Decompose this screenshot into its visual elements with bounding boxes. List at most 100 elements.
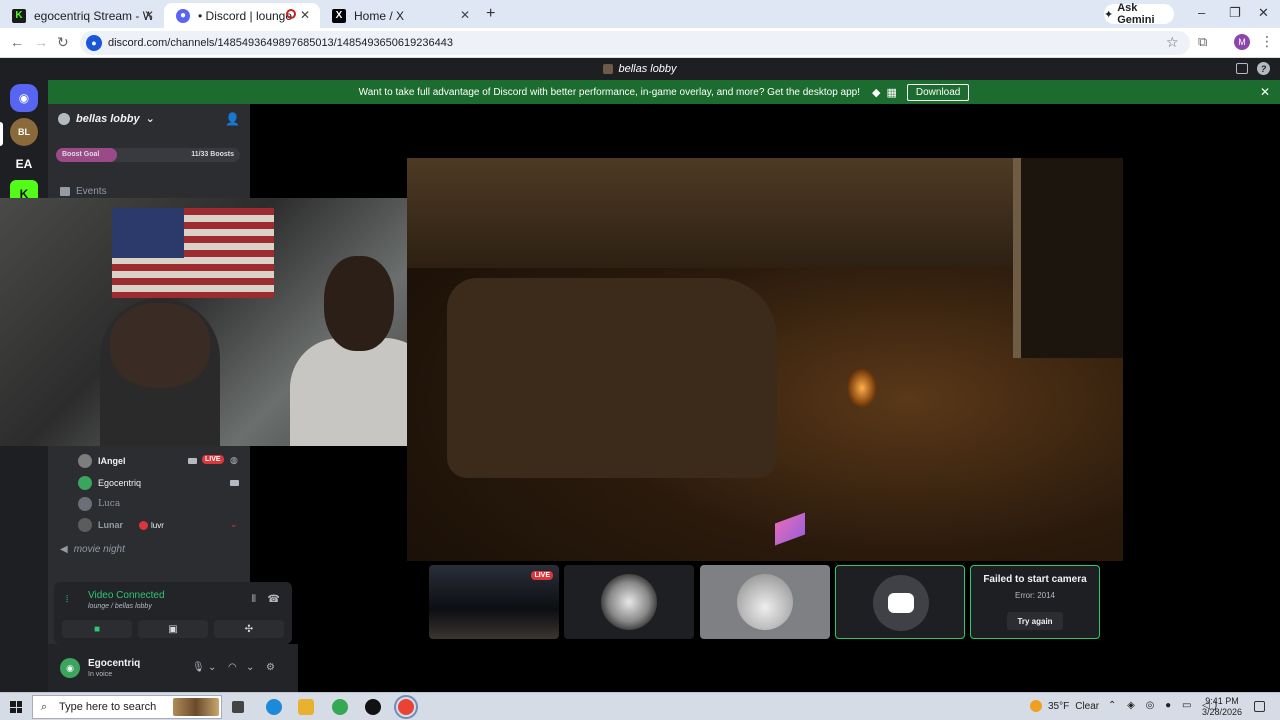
close-icon[interactable]: ✕ [1260,85,1270,99]
headphones-icon[interactable]: ◠ [228,662,237,673]
try-again-button[interactable]: Try again [1007,612,1063,630]
edge-icon[interactable] [266,699,282,715]
voice-member[interactable]: Egocentriq [78,474,239,492]
camera-toggle-button[interactable]: ■ [62,620,132,638]
server-ea[interactable]: EA [10,150,38,178]
member-name: Lunar [98,520,124,530]
camera-error-code: Error: 2014 [1014,591,1056,600]
main-video-stage[interactable] [407,158,1123,561]
window-close-button[interactable]: ✕ [1258,5,1269,21]
screen-share-button[interactable]: ▣ [138,620,208,638]
x-logo-icon: X [332,8,346,23]
events-label: Events [76,186,107,197]
events-item[interactable]: Events [60,186,107,197]
help-icon[interactable]: ? [1257,62,1270,75]
chevron-down-icon[interactable]: ⌄ [230,519,238,530]
voice-member[interactable]: lAngel LIVE ◍ [78,452,238,470]
boost-count: 11/33 Boosts [191,151,234,158]
task-view-icon[interactable] [232,701,244,713]
microphone-icon[interactable]: 🎙 [192,662,205,673]
back-button[interactable]: ← [10,34,24,50]
channel-name: movie night [73,544,125,555]
voice-location[interactable]: lounge / bellas lobby [88,603,152,610]
lamp-glow-image [847,368,877,408]
close-icon[interactable]: ✕ [460,8,470,22]
person-right-head-image [324,256,394,351]
voice-status[interactable]: Video Connected [88,590,165,601]
discord-title-bar: bellas lobby ? [0,58,1280,80]
notification-icon[interactable] [1254,701,1265,712]
voice-member[interactable]: Luca [78,495,120,513]
date: 3/28/2026 [1202,707,1243,717]
tab-discord[interactable]: ● • Discord | lounge | bellas lo… ✕ [164,3,320,28]
pip-video-overlay[interactable] [0,198,437,446]
voice-member[interactable]: Lunar luvr ⌄ [78,516,238,534]
server-name-header[interactable]: bellas lobby ⌄ [58,112,155,125]
chrome-active-icon[interactable] [394,695,418,719]
address-bar[interactable]: ● discord.com/channels/14854936498976850… [80,31,1190,55]
weather-icon [1030,700,1042,712]
menu-icon[interactable]: ⋮ [1260,33,1274,50]
tab-kick-stream[interactable]: K egocentriq Stream - Watch Live ✕ [0,3,164,28]
signal-icon[interactable]: ⦙ [66,594,68,605]
server-icon [603,64,614,74]
calendar-icon [60,187,70,196]
camera-icon [230,480,239,486]
noise-suppression-icon[interactable]: ⦀ [252,594,256,605]
username[interactable]: Egocentriq [88,658,140,669]
invite-people-icon[interactable]: 👤 [225,112,240,126]
start-windows-icon[interactable] [10,701,22,713]
tab-x-home[interactable]: X Home / X ✕ [320,3,480,28]
server-badge-icon [58,112,70,125]
participant-tile-stream[interactable]: LIVE [429,565,559,639]
clock[interactable]: 9:41 PM 3/28/2026 [1202,696,1242,718]
file-explorer-icon[interactable] [298,699,314,715]
neon-light-image [775,512,805,546]
weather-condition: Clear [1075,700,1100,712]
forward-button[interactable]: → [34,34,48,50]
windows-taskbar: ⌕ Type here to search 35°F Clear ⌃ ◈ ◎ ●… [0,692,1280,720]
participant-tile[interactable] [564,565,694,639]
boost-goal-bar[interactable]: Boost Goal 11/33 Boosts [56,148,240,162]
avatar[interactable]: ◉ [60,658,80,678]
user-panel: ◉ Egocentriq In voice 🎙 ⌄ ◠ ⌄ ⚙ [48,644,298,692]
new-tab-button[interactable]: + [486,5,495,23]
settings-gear-icon[interactable]: ⚙ [266,662,275,673]
avatar [78,518,92,532]
server-bellas-lobby[interactable]: BL [10,118,38,146]
reload-button[interactable]: ↻ [57,34,69,51]
bookmark-star-icon[interactable]: ☆ [1166,34,1179,51]
room-window-image [1013,158,1123,358]
window-title: bellas lobby [618,63,677,75]
url-text: discord.com/channels/1485493649897685013… [108,37,453,49]
chrome-icon[interactable] [332,699,348,715]
participant-tile[interactable] [700,565,830,639]
participant-tile-speaking[interactable] [835,565,965,639]
weather-widget[interactable]: 35°F Clear [1030,700,1099,712]
avatar [873,575,929,631]
ask-gemini-button[interactable]: ✦ Ask Gemini [1104,2,1174,26]
close-icon[interactable]: ✕ [144,8,154,22]
discord-home-icon[interactable]: ◉ [10,84,38,112]
download-button[interactable]: Download [906,83,970,101]
browser-tab-strip: K egocentriq Stream - Watch Live ✕ ● • D… [0,0,1280,28]
search-placeholder: Type here to search [59,701,157,713]
minimize-button[interactable]: – [1198,5,1205,20]
disconnect-icon[interactable]: ☎ [268,594,280,605]
close-icon[interactable]: ✕ [300,8,310,22]
chevron-down-icon[interactable]: ⌄ [246,662,254,673]
voice-channel-movie-night[interactable]: ◀ movie night [60,544,125,555]
tab-search-icon[interactable]: ⧉ [1198,34,1207,50]
restore-button[interactable]: ❐ [1229,5,1241,21]
discord-app: bellas lobby ? Want to take full advanta… [0,58,1280,692]
site-info-icon[interactable]: ● [86,35,102,51]
avatar [737,574,793,630]
taskbar-search[interactable]: ⌕ Type here to search [32,695,222,719]
activities-button[interactable]: ✣ [214,620,284,638]
stream-preview-icon: ◍ [230,455,238,465]
profile-avatar[interactable]: M [1234,34,1250,50]
chevron-down-icon[interactable]: ⌄ [208,662,216,673]
live-badge: LIVE [531,571,553,580]
app-icon[interactable] [365,699,381,715]
inbox-icon[interactable] [1236,63,1248,74]
